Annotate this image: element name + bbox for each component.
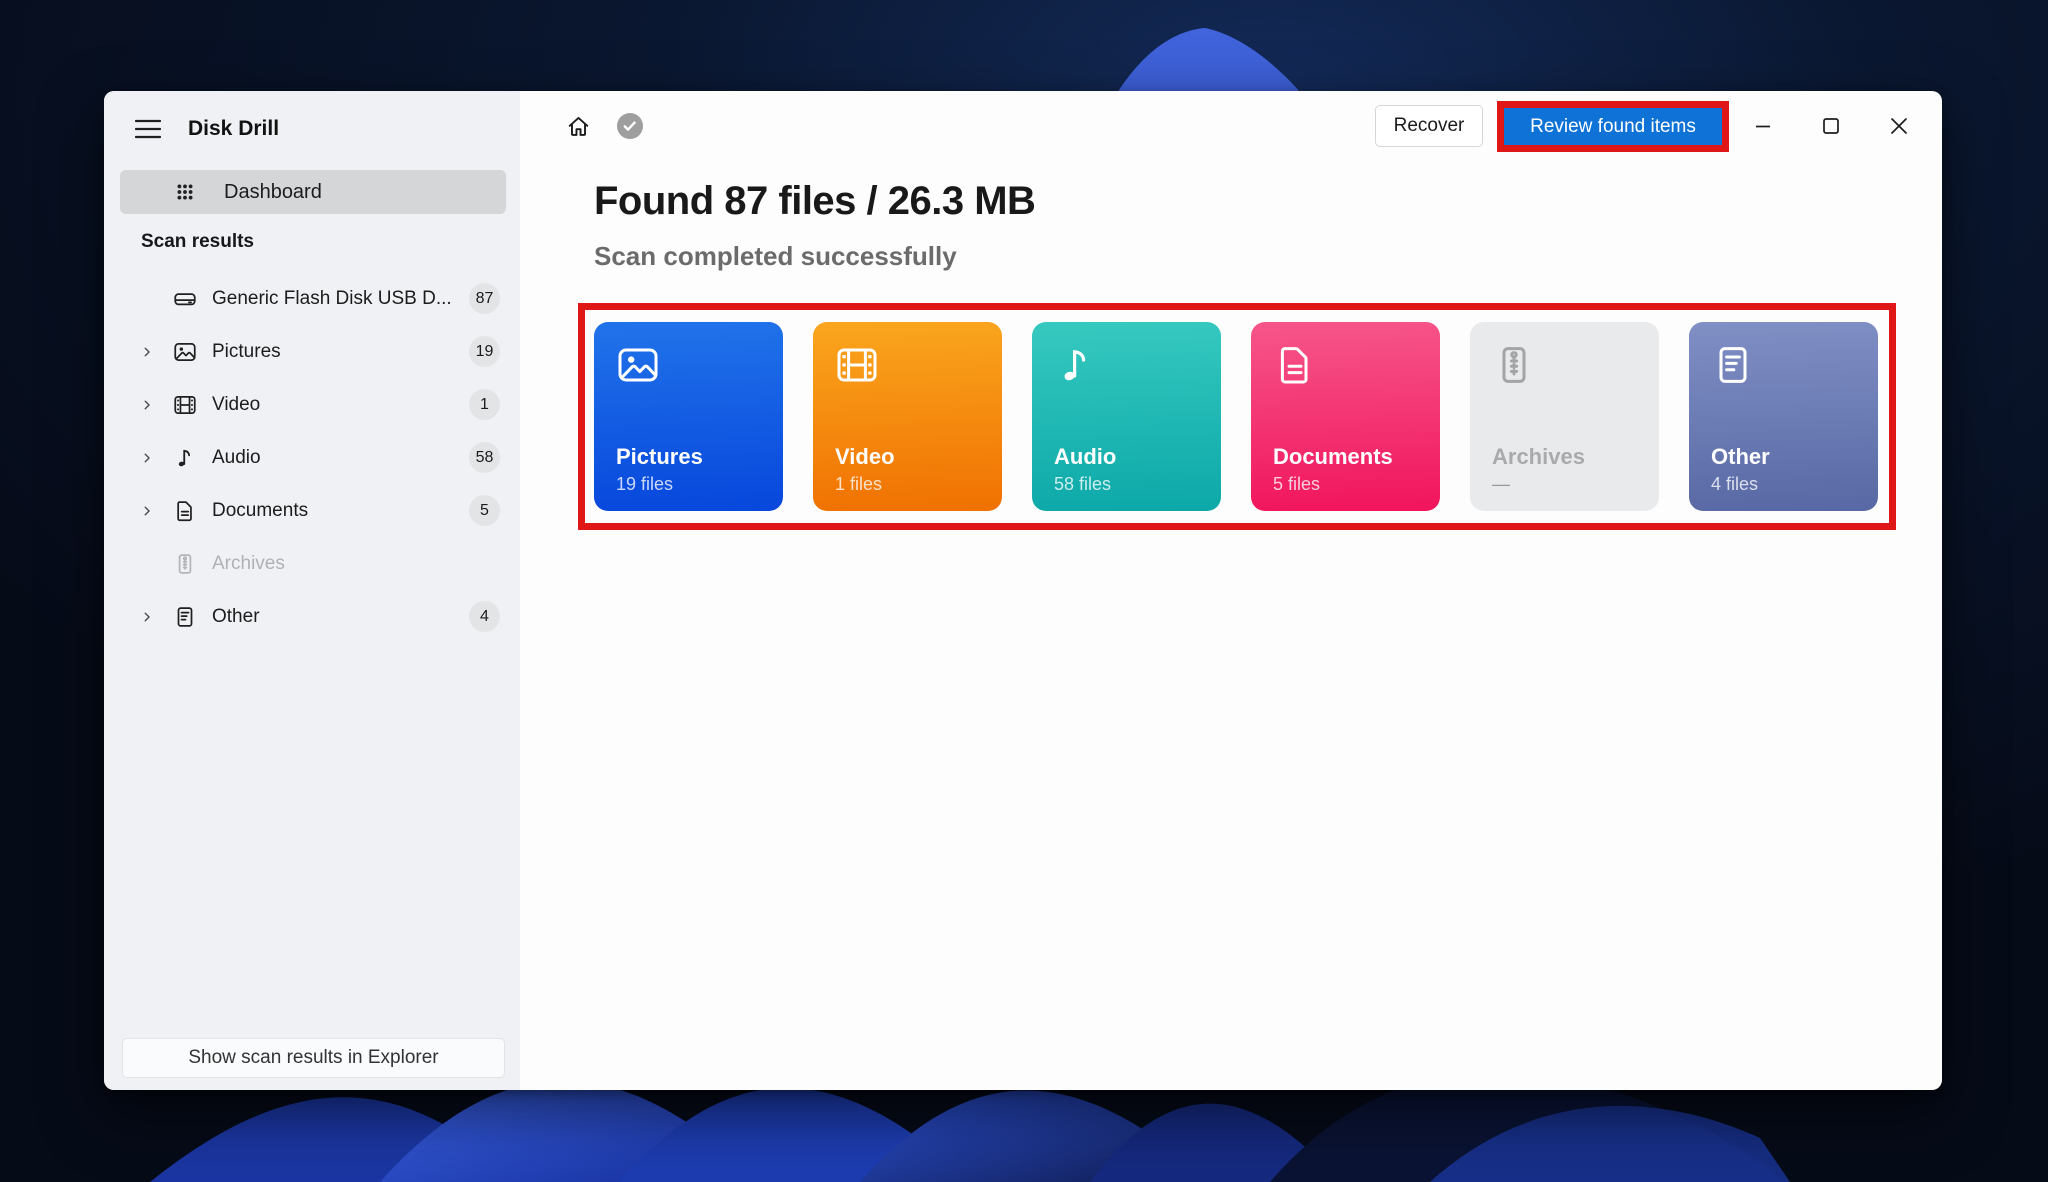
card-other[interactable]: Other 4 files [1689,322,1878,511]
card-title: Archives [1492,443,1585,472]
window-controls [1744,105,1918,147]
close-button[interactable] [1880,107,1918,145]
card-title: Audio [1054,443,1116,472]
card-video[interactable]: Video 1 files [813,322,1002,511]
card-audio[interactable]: Audio 58 files [1032,322,1221,511]
documents-icon [1271,341,1319,389]
card-subtitle: 4 files [1711,474,1770,495]
scan-status-text: Scan completed successfully [594,241,957,272]
pictures-icon [614,341,662,389]
scan-results-list: Generic Flash Disk USB D... 87 Pictures … [104,272,520,643]
archives-icon [1490,341,1538,389]
sidebar-item-other[interactable]: Other 4 [104,590,520,643]
audio-icon [170,443,200,473]
close-icon [1889,116,1909,136]
minimize-icon [1754,117,1772,135]
annotation-review-button-highlight: Review found items [1497,101,1729,152]
device-count-badge: 87 [469,283,500,314]
documents-icon [170,496,200,526]
card-subtitle: 5 files [1273,474,1393,495]
pictures-icon [170,337,200,367]
card-documents[interactable]: Documents 5 files [1251,322,1440,511]
dashboard-grid-icon [170,177,200,207]
hamburger-menu-icon[interactable] [128,111,168,147]
other-files-icon [170,602,200,632]
archives-icon [170,549,200,579]
card-pictures[interactable]: Pictures 19 files [594,322,783,511]
sidebar-item-device[interactable]: Generic Flash Disk USB D... 87 [104,272,520,325]
archives-label: Archives [212,553,500,575]
other-files-icon [1709,341,1757,389]
sidebar-item-dashboard[interactable]: Dashboard [120,170,506,214]
audio-count-badge: 58 [469,442,500,473]
audio-label: Audio [212,447,469,469]
sidebar-item-audio[interactable]: Audio 58 [104,431,520,484]
card-title: Video [835,443,895,472]
show-in-explorer-button[interactable]: Show scan results in Explorer [122,1038,505,1078]
other-label: Other [212,606,469,628]
recover-button[interactable]: Recover [1375,105,1483,147]
minimize-button[interactable] [1744,107,1782,145]
card-title: Documents [1273,443,1393,472]
video-icon [170,390,200,420]
other-count-badge: 4 [469,601,500,632]
home-button[interactable] [561,109,595,143]
documents-count-badge: 5 [469,495,500,526]
card-subtitle: 19 files [616,474,703,495]
maximize-icon [1822,117,1840,135]
card-title: Pictures [616,443,703,472]
sidebar-header: Disk Drill [128,111,279,147]
video-icon [833,341,881,389]
sidebar: Disk Drill Dashboard Scan results Generi… [104,91,520,1090]
maximize-button[interactable] [1812,107,1850,145]
page-title: Found 87 files / 26.3 MB [594,179,1035,224]
chevron-right-icon[interactable] [140,393,170,417]
card-subtitle: 1 files [835,474,895,495]
sidebar-item-archives: Archives [104,537,520,590]
dashboard-label: Dashboard [224,181,322,204]
scan-results-section-label: Scan results [141,231,254,253]
chevron-right-icon[interactable] [140,605,170,629]
card-subtitle: 58 files [1054,474,1116,495]
chevron-spacer [140,552,170,576]
audio-icon [1052,341,1100,389]
scan-complete-check-icon [616,112,644,140]
card-subtitle: — [1492,474,1585,495]
chevron-right-icon[interactable] [140,446,170,470]
pictures-count-badge: 19 [469,336,500,367]
card-title: Other [1711,443,1770,472]
chevron-spacer [140,287,170,311]
chevron-right-icon[interactable] [140,499,170,523]
documents-label: Documents [212,500,469,522]
disk-drill-window: Disk Drill Dashboard Scan results Generi… [104,91,1942,1090]
home-icon [565,113,592,140]
pictures-label: Pictures [212,341,469,363]
device-label: Generic Flash Disk USB D... [212,288,469,310]
review-found-items-button[interactable]: Review found items [1504,108,1722,145]
sidebar-item-pictures[interactable]: Pictures 19 [104,325,520,378]
sidebar-item-documents[interactable]: Documents 5 [104,484,520,537]
card-archives: Archives — [1470,322,1659,511]
sidebar-item-video[interactable]: Video 1 [104,378,520,431]
main-area: Recover Review found items Found 87 file… [520,91,1942,1090]
drive-icon [170,284,200,314]
app-title: Disk Drill [188,117,279,141]
video-label: Video [212,394,469,416]
video-count-badge: 1 [469,389,500,420]
chevron-right-icon[interactable] [140,340,170,364]
